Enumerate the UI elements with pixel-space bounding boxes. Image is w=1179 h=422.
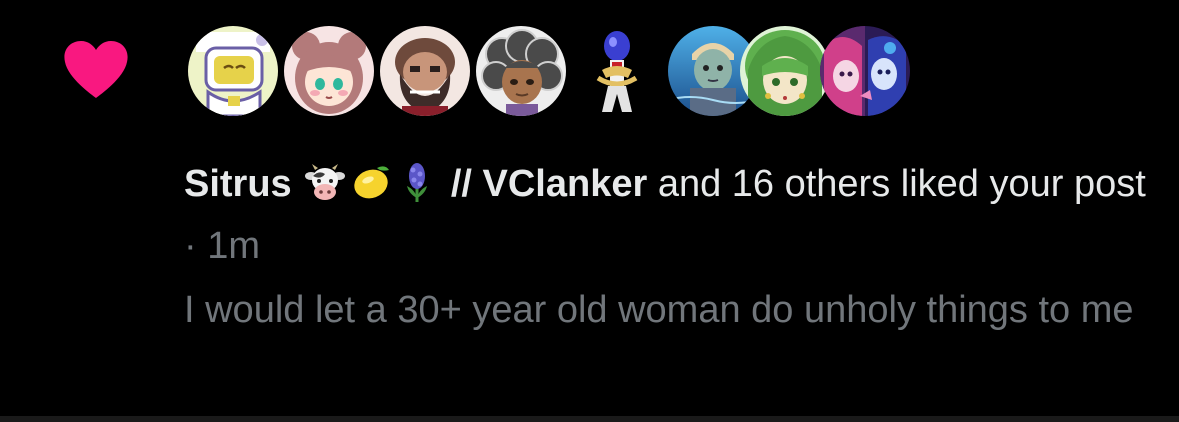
action-text: and 16 others liked your post — [657, 163, 1146, 205]
divider — [0, 416, 1179, 422]
hyacinth-icon — [397, 162, 437, 218]
avatar-bear-girl[interactable] — [284, 26, 374, 116]
avatar-figure[interactable] — [572, 26, 662, 116]
timestamp: 1m — [207, 225, 261, 267]
avatar-robot[interactable] — [188, 26, 278, 116]
notification-text: Sitrus // VClanker and 16 others liked y… — [184, 156, 1154, 338]
heart-icon — [64, 41, 128, 98]
lemon-icon — [351, 162, 391, 218]
actor-name[interactable]: Sitrus — [184, 163, 292, 205]
liker-avatars — [188, 26, 928, 122]
like-notification[interactable]: Sitrus // VClanker and 16 others liked y… — [0, 0, 1179, 416]
avatar-green-hair[interactable] — [740, 26, 830, 116]
cow-face-icon — [305, 162, 346, 218]
avatar-anime-duo[interactable] — [820, 26, 910, 116]
separator-dot: · — [184, 225, 197, 267]
avatar-bearded-man[interactable] — [380, 26, 470, 116]
post-preview[interactable]: I would let a 30+ year old woman do unho… — [184, 282, 1154, 338]
avatar-curly-hair[interactable] — [476, 26, 566, 116]
notification-headline: Sitrus // VClanker and 16 others liked y… — [184, 156, 1154, 274]
actor-name-suffix[interactable]: // VClanker — [451, 163, 647, 205]
